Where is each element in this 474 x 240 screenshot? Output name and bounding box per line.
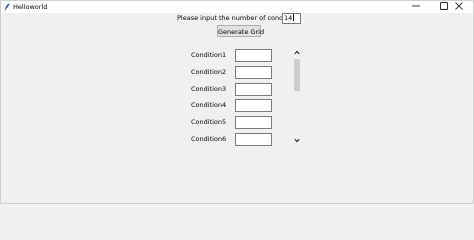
condition-label: Condition5 xyxy=(191,118,227,126)
chevron-up-icon xyxy=(294,49,300,57)
close-button[interactable] xyxy=(445,1,473,13)
condition-row: Condition2 xyxy=(181,66,281,80)
chevron-down-icon xyxy=(294,137,300,145)
close-icon xyxy=(455,2,463,12)
condition-label: Condition1 xyxy=(191,51,227,59)
condition-label: Condition3 xyxy=(191,85,227,93)
window-title: Helloworld xyxy=(13,2,48,11)
condition-count-value: 14 xyxy=(284,14,293,22)
condition-input[interactable] xyxy=(235,133,272,146)
scroll-up-button[interactable] xyxy=(293,49,301,57)
scroll-down-button[interactable] xyxy=(293,137,301,145)
title-bar[interactable]: Helloworld xyxy=(1,1,473,13)
condition-label: Condition4 xyxy=(191,101,227,109)
feather-icon xyxy=(4,3,10,11)
condition-row: Condition4 xyxy=(181,99,281,113)
condition-label: Condition6 xyxy=(191,135,227,143)
minimize-icon xyxy=(412,2,420,12)
condition-count-input[interactable]: 14 xyxy=(282,13,301,24)
condition-row: Condition5 xyxy=(181,116,281,130)
scrollbar-thumb[interactable] xyxy=(294,59,300,91)
app-window: Helloworld Please input the number of co… xyxy=(0,0,474,204)
condition-row: Condition6 xyxy=(181,133,281,147)
condition-row: Condition3 xyxy=(181,83,281,97)
condition-input[interactable] xyxy=(235,99,272,112)
condition-row: Condition1 xyxy=(181,49,281,63)
condition-input[interactable] xyxy=(235,116,272,129)
text-caret xyxy=(292,14,294,21)
condition-input[interactable] xyxy=(235,66,272,79)
condition-input[interactable] xyxy=(235,83,272,96)
condition-input[interactable] xyxy=(235,49,272,62)
generate-grid-button[interactable]: Generate Grid xyxy=(217,25,264,37)
condition-label: Condition2 xyxy=(191,68,227,76)
grid-scrollbar[interactable] xyxy=(293,49,301,145)
condition-grid: Condition1 Condition2 Condition3 Conditi… xyxy=(181,49,301,147)
minimize-button[interactable] xyxy=(401,1,431,13)
condition-count-label: Please input the number of condition xyxy=(177,14,298,22)
